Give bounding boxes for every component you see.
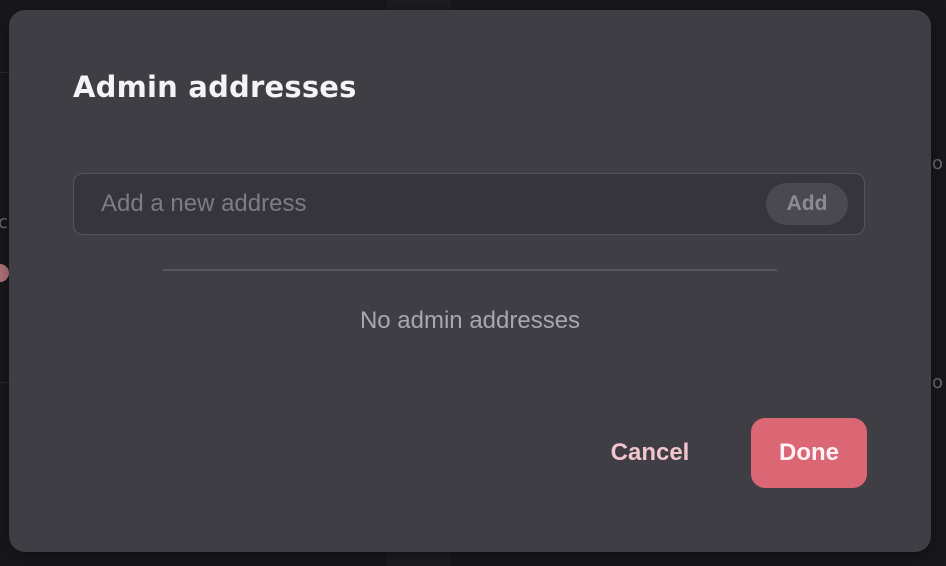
background-text-fragment: o xyxy=(932,153,944,174)
cancel-button[interactable]: Cancel xyxy=(591,418,709,488)
background-text-fragment: o xyxy=(932,372,944,393)
background-avatar xyxy=(0,264,9,282)
add-address-button[interactable]: Add xyxy=(766,183,848,225)
background-divider xyxy=(0,382,9,383)
divider xyxy=(163,269,777,271)
dialog-title: Admin addresses xyxy=(73,70,357,104)
admin-addresses-dialog: Admin addresses Add No admin addresses C… xyxy=(9,10,931,552)
done-button[interactable]: Done xyxy=(751,418,867,488)
address-input-row: Add xyxy=(73,173,865,235)
background-text-fragment: c xyxy=(0,212,8,233)
empty-state-message: No admin addresses xyxy=(359,307,581,334)
background-divider xyxy=(0,72,9,73)
address-input[interactable] xyxy=(74,174,754,234)
